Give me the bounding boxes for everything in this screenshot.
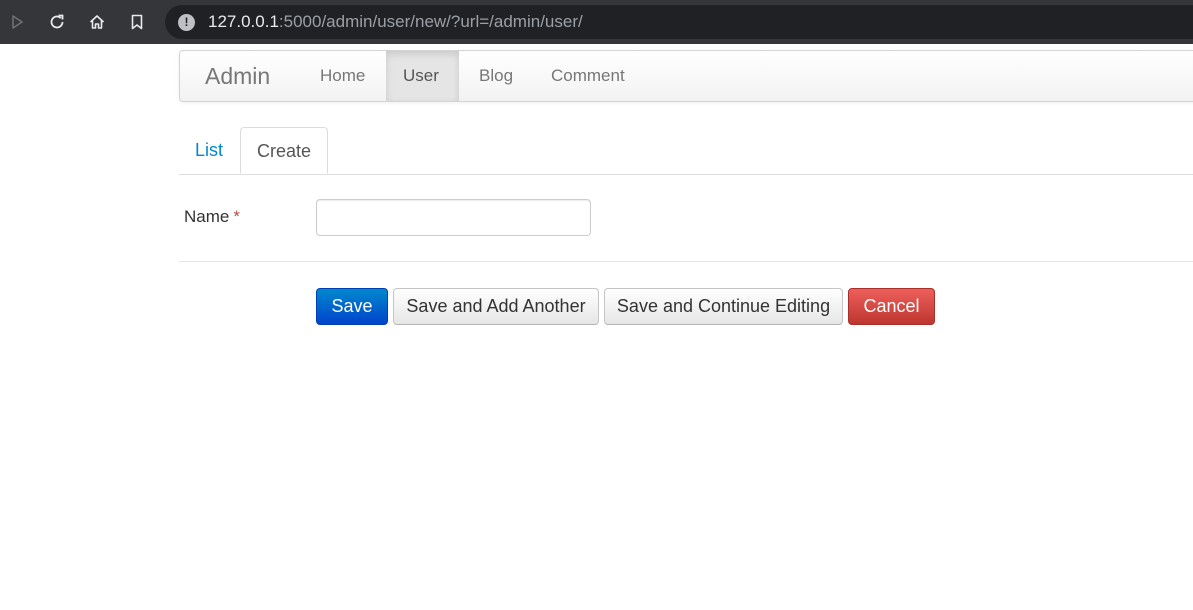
tab-create[interactable]: Create <box>240 127 329 174</box>
bookmark-icon[interactable] <box>125 10 149 34</box>
form-divider <box>179 261 1193 262</box>
name-input[interactable] <box>316 199 591 236</box>
name-label-text: Name <box>184 207 230 226</box>
save-button[interactable]: Save <box>316 288 388 325</box>
info-icon[interactable]: ! <box>178 14 195 31</box>
nav-item-home[interactable]: Home <box>303 51 382 101</box>
required-marker: * <box>233 207 240 226</box>
nav-item-comment[interactable]: Comment <box>534 51 642 101</box>
url-host: 127.0.0.1 <box>208 12 279 31</box>
address-bar[interactable]: ! 127.0.0.1:5000/admin/user/new/?url=/ad… <box>165 5 1193 39</box>
admin-navbar: Admin Home User Blog Comment <box>179 50 1193 102</box>
url-text[interactable]: 127.0.0.1:5000/admin/user/new/?url=/admi… <box>208 12 583 32</box>
tab-bar: List Create <box>179 127 1193 175</box>
nav-item-user[interactable]: User <box>386 51 459 101</box>
home-icon[interactable] <box>85 10 109 34</box>
cancel-button[interactable]: Cancel <box>848 288 935 325</box>
save-and-continue-button[interactable]: Save and Continue Editing <box>604 288 843 325</box>
browser-toolbar: ! 127.0.0.1:5000/admin/user/new/?url=/ad… <box>0 0 1193 44</box>
reload-icon[interactable] <box>45 10 69 34</box>
url-path: :5000/admin/user/new/?url=/admin/user/ <box>278 12 583 31</box>
brand-logo[interactable]: Admin <box>205 63 270 89</box>
tab-list[interactable]: List <box>179 127 239 173</box>
play-icon[interactable] <box>5 10 29 34</box>
nav-item-blog[interactable]: Blog <box>462 51 530 101</box>
name-label: Name * <box>184 206 240 228</box>
save-and-add-another-button[interactable]: Save and Add Another <box>393 288 599 325</box>
